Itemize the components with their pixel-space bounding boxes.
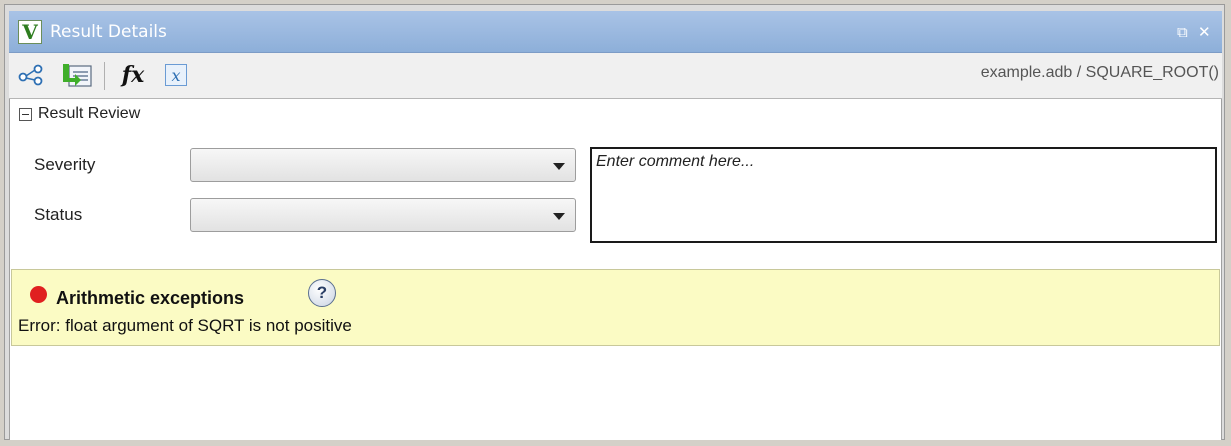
section-title-result-review: Result Review: [38, 105, 141, 122]
panel-title: Result Details: [50, 22, 167, 42]
app-logo-icon: V: [18, 20, 42, 44]
error-status-icon: [30, 286, 47, 303]
status-label: Status: [34, 205, 83, 224]
severity-label: Severity: [34, 155, 96, 174]
comment-field[interactable]: [590, 147, 1217, 243]
export-icon[interactable]: [58, 61, 98, 89]
severity-dropdown[interactable]: [190, 148, 576, 182]
collapse-toggle-icon[interactable]: [19, 108, 32, 121]
chevron-down-icon: [553, 163, 565, 170]
toolbar-separator: [104, 62, 105, 90]
variable-x-label: x: [165, 64, 187, 86]
check-message: Error: float argument of SQRT is not pos…: [18, 316, 352, 335]
call-graph-icon[interactable]: [14, 61, 50, 89]
variable-x-icon[interactable]: x: [160, 61, 192, 89]
close-icon[interactable]: ✕: [1198, 22, 1211, 42]
restore-icon[interactable]: ⧉: [1177, 22, 1188, 42]
chevron-down-icon: [553, 213, 565, 220]
check-name: Arithmetic exceptions: [56, 288, 245, 308]
title-bar: [9, 11, 1222, 53]
function-fx-icon[interactable]: fx: [116, 61, 150, 89]
source-location: example.adb / SQUARE_ROOT(): [980, 64, 1219, 81]
help-icon[interactable]: ?: [308, 279, 336, 307]
status-dropdown[interactable]: [190, 198, 576, 232]
